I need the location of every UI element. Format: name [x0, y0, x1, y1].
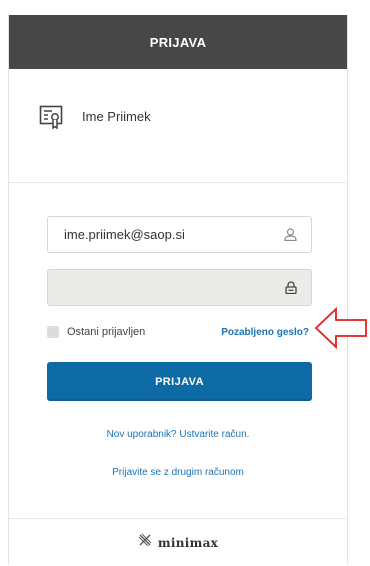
user-card[interactable]: Ime Priimek: [9, 69, 347, 183]
page-header: PRIJAVA: [9, 15, 347, 69]
user-icon: [284, 228, 297, 246]
login-button[interactable]: PRIJAVA: [47, 362, 312, 401]
user-name: Ime Priimek: [82, 109, 151, 124]
password-field[interactable]: [47, 269, 312, 306]
remember-me-checkbox[interactable]: [47, 326, 59, 338]
password-input[interactable]: [48, 270, 311, 305]
minimax-logo-icon: [138, 533, 152, 552]
other-account-link[interactable]: Prijavite se z drugim računom: [9, 467, 347, 478]
register-link[interactable]: Nov uporabnik? Ustvarite račun.: [9, 429, 347, 440]
certificate-icon: [39, 105, 63, 136]
remember-me[interactable]: Ostani prijavljen: [47, 326, 145, 338]
lock-icon: [285, 281, 297, 299]
footer: minimax: [9, 518, 347, 566]
remember-me-label: Ostani prijavljen: [67, 326, 146, 338]
login-panel: PRIJAVA Ime Priimek ime.priimek@saop.si …: [8, 15, 348, 565]
forgot-password-link[interactable]: Pozabljeno geslo?: [221, 327, 309, 338]
brand-name: minimax: [157, 535, 219, 550]
email-field[interactable]: [47, 216, 312, 253]
arrow-left-icon: [314, 305, 368, 356]
email-input[interactable]: [48, 217, 311, 252]
page-title: PRIJAVA: [149, 34, 207, 50]
